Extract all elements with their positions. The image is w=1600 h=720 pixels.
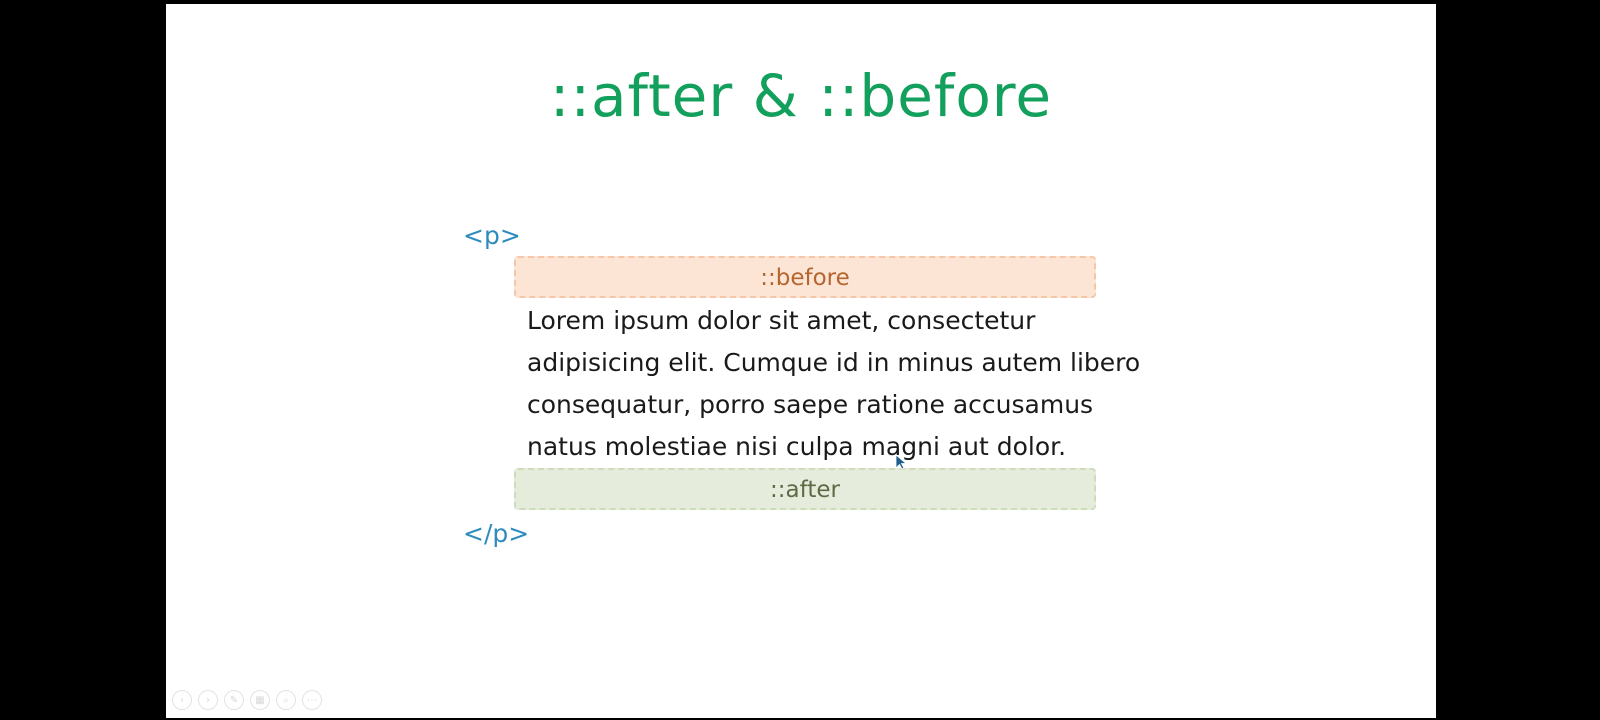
grid-icon: ▦ [255,694,265,706]
chevron-right-icon: › [206,694,210,706]
content-line: adipisicing elit. Cumque id in minus aut… [527,348,1141,377]
before-pseudo-box: ::before [514,256,1096,298]
content-line: consequatur, porro saepe ratione accusam… [527,390,1094,419]
content-line: natus molestiae nisi culpa magni aut dol… [527,432,1067,461]
next-slide-button[interactable]: › [198,690,218,710]
content-line: Lorem ipsum dolor sit amet, consectetur [527,306,1036,335]
zoom-button[interactable]: ⌕ [276,690,296,710]
paragraph-content: Lorem ipsum dolor sit amet, consectetur … [527,300,1247,468]
slideshow-controls: ‹ › ✎ ▦ ⌕ ⋯ [172,690,322,710]
close-p-tag: </p> [463,519,530,548]
pen-icon: ✎ [229,694,239,706]
mouse-cursor-icon [895,454,908,470]
chevron-left-icon: ‹ [180,694,184,706]
presentation-slide: ::after & ::before <p> ::before Lorem ip… [166,4,1436,718]
slide-title: ::after & ::before [549,62,1053,130]
pen-tool-button[interactable]: ✎ [224,690,244,710]
previous-slide-button[interactable]: ‹ [172,690,192,710]
after-pseudo-box: ::after [514,468,1096,510]
more-options-button[interactable]: ⋯ [302,690,322,710]
open-p-tag: <p> [463,221,521,250]
slides-grid-button[interactable]: ▦ [250,690,270,710]
magnifier-icon: ⌕ [283,694,289,706]
more-icon: ⋯ [307,694,317,706]
